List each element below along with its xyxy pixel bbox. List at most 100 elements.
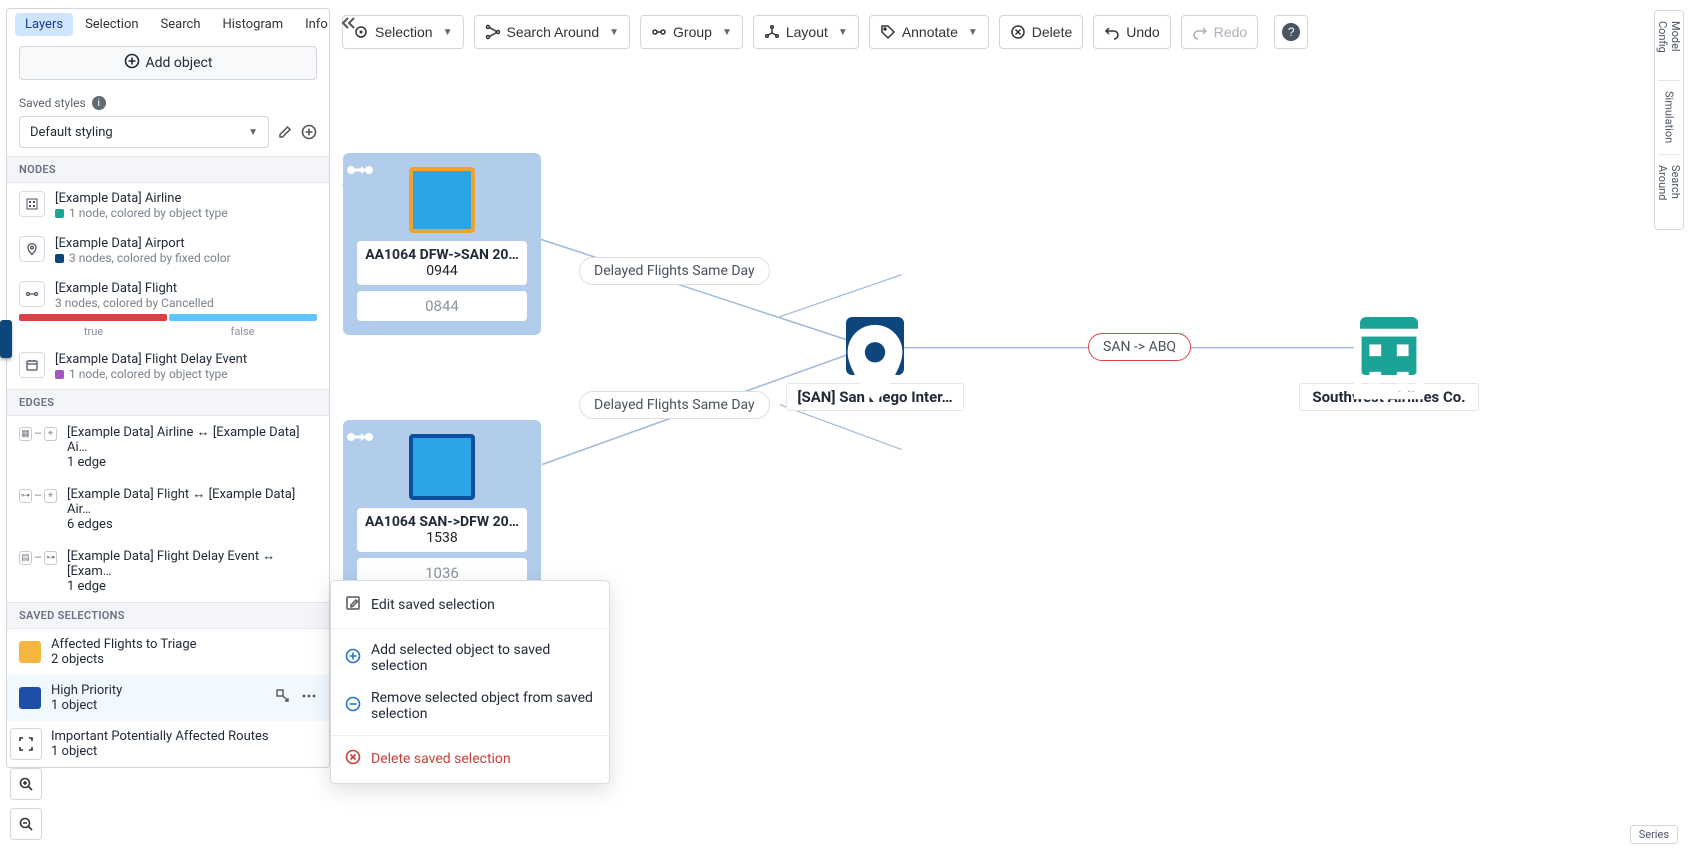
calendar-icon [19, 352, 45, 378]
undo-button[interactable]: Undo [1093, 15, 1170, 49]
info-icon[interactable]: i [92, 96, 106, 110]
canvas-controls [10, 728, 42, 840]
default-styling-value: Default styling [30, 125, 113, 140]
node-type-airline[interactable]: [Example Data] Airline1 node, colored by… [7, 183, 329, 228]
undo-icon [1104, 24, 1120, 40]
zoom-in-button[interactable] [10, 768, 42, 800]
apply-selection-icon[interactable] [275, 688, 291, 708]
nodes-header: NODES [7, 156, 329, 183]
delete-button[interactable]: Delete [999, 15, 1083, 49]
building-icon [1360, 317, 1418, 375]
more-icon[interactable] [301, 688, 317, 708]
layers-panel: Layers Selection Search Histogram Info A… [6, 8, 330, 768]
top-toolbar: Selection ▼ Search Around ▼ Group ▼ Layo… [342, 12, 1676, 52]
default-styling-select[interactable]: Default styling ▼ [19, 116, 269, 148]
edge-label-route-san-abq[interactable]: SAN -> ABQ [1088, 333, 1191, 361]
selection-label: Selection [375, 24, 433, 40]
node-type-airport[interactable]: [Example Data] Airport3 nodes, colored b… [7, 228, 329, 273]
search-around-button[interactable]: Search Around ▼ [474, 15, 631, 49]
help-button[interactable]: ? [1274, 15, 1308, 49]
annotate-button[interactable]: Annotate ▼ [869, 15, 989, 49]
pin-icon [846, 317, 904, 375]
caret-down-icon: ▼ [722, 27, 732, 38]
airline-node-southwest[interactable]: Southwest Airlines Co. [1299, 317, 1479, 411]
menu-label: Add selected object to saved selection [371, 642, 595, 674]
minus-circle-icon [345, 696, 361, 716]
add-object-label: Add object [146, 55, 213, 71]
node-title: AA1064 SAN->DFW 20… [363, 514, 521, 530]
edge-type-airline-airport[interactable]: ▦—⌖ [Example Data] Airline ↔ [Example Da… [7, 416, 329, 478]
tab-layers[interactable]: Layers [15, 13, 73, 36]
panel-tabs: Layers Selection Search Histogram Info [7, 9, 329, 40]
edge-label-delayed-1[interactable]: Delayed Flights Same Day [579, 257, 770, 285]
menu-remove-from-selection[interactable]: Remove selected object from saved select… [331, 682, 609, 730]
tab-selection[interactable]: Selection [75, 13, 148, 36]
collapse-panel-icon[interactable] [340, 16, 358, 34]
annotate-label: Annotate [902, 24, 958, 40]
tab-histogram[interactable]: Histogram [212, 13, 293, 36]
overflow-node-peek [0, 320, 12, 358]
layout-button[interactable]: Layout ▼ [753, 15, 859, 49]
link-icon [651, 24, 667, 40]
menu-delete-saved-selection[interactable]: Delete saved selection [331, 741, 609, 777]
layout-label: Layout [786, 24, 828, 40]
flight-icon [409, 434, 475, 500]
edge-type-flight-airport[interactable]: ⊶—⌖ [Example Data] Flight ↔ [Example Dat… [7, 478, 329, 540]
caret-down-icon: ▼ [248, 127, 258, 138]
delete-icon [345, 749, 361, 769]
flight-node-aa1064-dfw-san[interactable]: AA1064 DFW->SAN 20…0944 0844 [343, 153, 541, 335]
edge-icon: ▤—⊶ [19, 548, 57, 568]
node-type-flight[interactable]: [Example Data] Flight3 nodes, colored by… [7, 273, 329, 314]
edit-style-icon[interactable] [277, 124, 293, 140]
edge-type-delay-event[interactable]: ▤—⊶ [Example Data] Flight Delay Event ↔ … [7, 540, 329, 602]
add-style-icon[interactable] [301, 124, 317, 140]
menu-edit-saved-selection[interactable]: Edit saved selection [331, 587, 609, 623]
cancelled-distribution-bar [7, 314, 329, 325]
redo-label: Redo [1214, 24, 1247, 40]
node-type-flight-delay-event[interactable]: [Example Data] Flight Delay Event1 node,… [7, 344, 329, 389]
bar-false-label: false [168, 325, 317, 338]
search-around-tab[interactable]: Search Around [1656, 155, 1682, 229]
saved-selection-affected-flights[interactable]: Affected Flights to Triage2 objects [7, 629, 329, 675]
caret-down-icon: ▼ [968, 27, 978, 38]
menu-add-to-selection[interactable]: Add selected object to saved selection [331, 634, 609, 682]
delete-icon [1010, 24, 1026, 40]
node-metric-2: 0844 [357, 291, 527, 321]
flight-node-aa1064-san-dfw[interactable]: AA1064 SAN->DFW 20…1538 1036 [343, 420, 541, 602]
caret-down-icon: ▼ [609, 27, 619, 38]
branch-icon [485, 24, 501, 40]
model-config-tab[interactable]: Model Config [1656, 11, 1682, 80]
group-button[interactable]: Group ▼ [640, 15, 743, 49]
edge-icon: ▦—⌖ [19, 424, 57, 444]
saved-selection-high-priority[interactable]: High Priority1 object [7, 675, 329, 721]
selection-button[interactable]: Selection ▼ [342, 15, 464, 49]
simulation-tab[interactable]: Simulation [1663, 81, 1676, 153]
redo-button[interactable]: Redo [1181, 15, 1258, 49]
saved-styles-label: Saved styles i [19, 96, 317, 110]
layout-icon [764, 24, 780, 40]
undo-label: Undo [1126, 24, 1159, 40]
plus-circle-icon [124, 53, 140, 73]
saved-selections-header: SAVED SELECTIONS [7, 602, 329, 629]
fit-screen-button[interactable] [10, 728, 42, 760]
tab-info[interactable]: Info [295, 13, 338, 36]
node-title: AA1064 DFW->SAN 20… [363, 247, 521, 263]
menu-label: Edit saved selection [371, 597, 495, 613]
help-icon: ? [1282, 23, 1300, 41]
building-icon [19, 191, 45, 217]
add-object-button[interactable]: Add object [19, 46, 317, 80]
tab-search[interactable]: Search [151, 13, 211, 36]
divider [331, 735, 609, 736]
node-label: Southwest Airlines Co. [1299, 383, 1479, 411]
edge-label-delayed-2[interactable]: Delayed Flights Same Day [579, 391, 770, 419]
flight-icon [409, 167, 475, 233]
divider [331, 628, 609, 629]
menu-label: Delete saved selection [371, 751, 511, 767]
menu-label: Remove selected object from saved select… [371, 690, 595, 722]
saved-selection-important-routes[interactable]: Important Potentially Affected Routes1 o… [7, 721, 329, 767]
airport-node-san[interactable]: [SAN] San Diego Inter… [786, 317, 964, 411]
edges-header: EDGES [7, 389, 329, 416]
zoom-out-button[interactable] [10, 808, 42, 840]
plus-circle-icon [345, 648, 361, 668]
delete-label: Delete [1032, 24, 1072, 40]
